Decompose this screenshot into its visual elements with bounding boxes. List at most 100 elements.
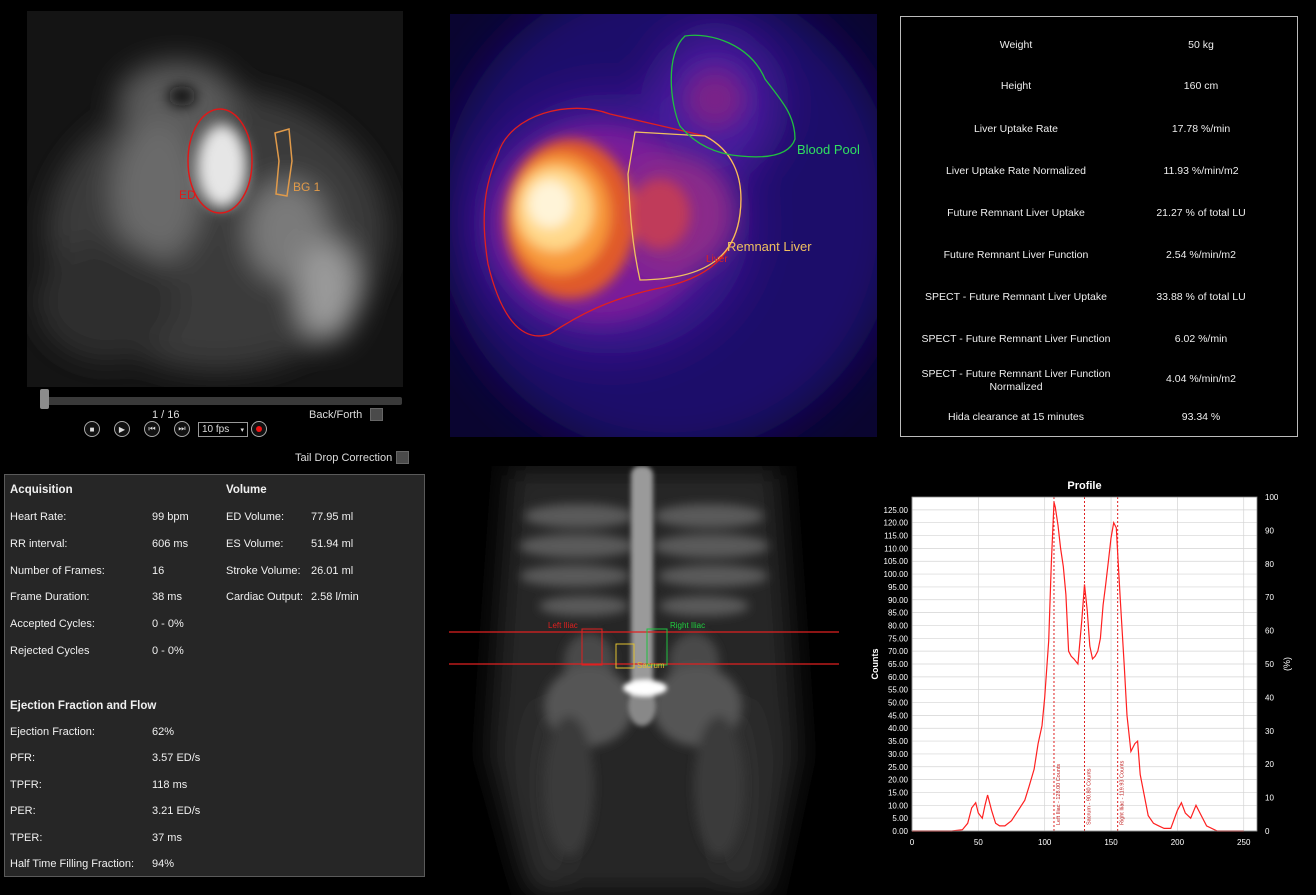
chart-title: Profile	[1067, 480, 1101, 492]
y-tick-label: 85.00	[888, 609, 909, 618]
fps-select[interactable]: 10 fps ▾	[198, 422, 248, 437]
y-tick-label: 50.00	[888, 699, 909, 708]
x-tick-label: 200	[1171, 838, 1185, 847]
cardiac-cine-svg: ED BG 1	[27, 11, 403, 387]
last-frame-button[interactable]: ⏭	[174, 421, 190, 437]
result-label: PFR:	[10, 752, 36, 765]
skip-back-icon: ⏮	[148, 424, 156, 433]
y-tick-label: 95.00	[888, 583, 909, 592]
y-tick-label: 100.00	[884, 570, 909, 579]
y-tick-label: 5.00	[892, 814, 908, 823]
y2-tick-label: 90	[1265, 526, 1274, 535]
stats-label: Height	[1000, 80, 1032, 92]
y-tick-label: 75.00	[888, 634, 909, 643]
result-label: TPFR:	[10, 778, 42, 791]
x-tick-label: 250	[1237, 838, 1251, 847]
y-tick-label: 35.00	[888, 737, 909, 746]
y2-tick-label: 60	[1265, 627, 1274, 636]
stats-label: Liver Uptake Rate Normalized	[945, 165, 1087, 177]
result-value: 26.01 ml	[311, 564, 354, 577]
liver-scan-svg: Blood Pool Remnant Liver Liver	[450, 14, 877, 437]
back-forth-label: Back/Forth	[309, 409, 363, 421]
result-label: Stroke Volume:	[226, 564, 301, 577]
result-label: ES Volume:	[226, 537, 284, 550]
bg-label: BG 1	[293, 180, 321, 194]
bone-scan-image: Left Iliac Right Iliac Sacrum	[449, 466, 839, 895]
y-tick-label: 70.00	[888, 647, 909, 656]
cine-controls: 1 / 16 ■ ▶ ⏮ ⏭ 10 fps ▾ Back/Forth Tail …	[0, 385, 440, 470]
result-value: 118 ms	[152, 778, 188, 791]
right-iliac-label: Right Iliac	[670, 621, 705, 630]
y-tick-label: 80.00	[888, 621, 909, 630]
x-tick-label: 50	[974, 838, 983, 847]
frame-counter: 1 / 16	[152, 409, 180, 421]
y2-tick-label: 100	[1265, 493, 1279, 502]
sacrum-label: Sacrum	[637, 661, 665, 670]
x-tick-label: 100	[1038, 838, 1052, 847]
stats-label: Future Remnant Liver Uptake	[947, 207, 1085, 219]
chevron-down-icon: ▾	[240, 426, 244, 434]
result-value: 37 ms	[152, 831, 182, 844]
y-tick-label: 125.00	[884, 506, 909, 515]
record-button[interactable]	[251, 421, 267, 437]
y-tick-label: 65.00	[888, 660, 909, 669]
stats-value: 93.34 %	[1181, 411, 1221, 423]
back-forth-checkbox[interactable]	[370, 408, 383, 421]
y-tick-label: 110.00	[884, 544, 908, 553]
y-tick-label: 45.00	[888, 711, 909, 720]
result-label: Number of Frames:	[10, 564, 105, 577]
stats-value: 21.27 % of total LU	[1156, 207, 1246, 219]
stop-icon: ■	[89, 424, 95, 434]
result-value: 38 ms	[152, 591, 182, 604]
result-value: 94%	[152, 858, 175, 870]
play-icon: ▶	[118, 424, 126, 434]
y-tick-label: 60.00	[888, 673, 909, 682]
y-tick-label: 15.00	[888, 788, 909, 797]
y-tick-label: 25.00	[888, 763, 909, 772]
fps-value: 10 fps	[202, 424, 230, 435]
y-tick-label: 40.00	[888, 724, 909, 733]
y2-tick-label: 30	[1265, 727, 1274, 736]
stats-label: Weight	[999, 39, 1033, 51]
y2-tick-label: 80	[1265, 560, 1274, 569]
result-label: Rejected Cycles	[10, 645, 90, 657]
stop-button[interactable]: ■	[84, 421, 100, 437]
profile-marker-label: Sacrum - 90.80 Counts	[1087, 768, 1093, 825]
x-tick-label: 150	[1104, 838, 1118, 847]
stats-value: 2.54 %/min/m2	[1165, 249, 1237, 261]
stats-value: 4.04 %/min/m2	[1165, 373, 1237, 385]
first-frame-button[interactable]: ⏮	[144, 421, 160, 437]
tail-drop-label: Tail Drop Correction	[295, 452, 393, 464]
skip-forward-icon: ⏭	[178, 424, 186, 433]
result-label: Half Time Filling Fraction:	[10, 858, 135, 870]
result-value: 62%	[152, 726, 175, 738]
stats-value: 6.02 %/min	[1174, 333, 1228, 345]
stats-value: 50 kg	[1188, 39, 1214, 51]
y-tick-label: 105.00	[884, 557, 909, 566]
y2-tick-label: 0	[1265, 827, 1270, 836]
y-tick-label: 90.00	[888, 596, 909, 605]
bone-scan-svg: Left Iliac Right Iliac Sacrum	[449, 466, 839, 895]
result-label: Cardiac Output:	[226, 591, 304, 604]
profile-chart-svg: 0.00 5.00 10.00 15.00 20.00 25.00 30.00 35.00 40…	[870, 480, 1292, 847]
result-value: 3.57 ED/s	[152, 752, 201, 765]
stats-label: SPECT - Future Remnant Liver Function No…	[921, 368, 1111, 393]
frame-slider-track[interactable]	[40, 397, 402, 405]
liver-scan-image: Blood Pool Remnant Liver Liver	[450, 14, 877, 437]
result-value: 0 - 0%	[152, 645, 184, 657]
cardiac-cine-image: ED BG 1	[27, 11, 403, 387]
volume-header: Volume	[226, 484, 267, 496]
result-value: 99 bpm	[152, 511, 189, 523]
ef-header: Ejection Fraction and Flow	[10, 700, 157, 712]
stats-label: Liver Uptake Rate	[973, 123, 1059, 135]
result-value: 606 ms	[152, 537, 189, 550]
remnant-liver-label: Remnant Liver	[727, 239, 812, 254]
frame-slider-thumb[interactable]	[40, 389, 49, 409]
liver-label: Liver	[706, 254, 728, 265]
tail-drop-checkbox[interactable]	[396, 451, 409, 464]
y-tick-label: 55.00	[888, 686, 909, 695]
play-button[interactable]: ▶	[114, 421, 130, 437]
left-iliac-label: Left Iliac	[548, 621, 578, 630]
result-label: Accepted Cycles:	[10, 618, 95, 631]
stats-value: 17.78 %/min	[1171, 123, 1231, 135]
